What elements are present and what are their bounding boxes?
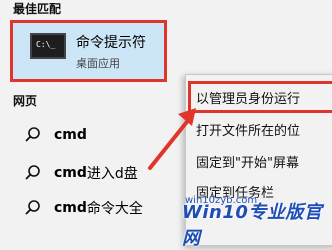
web-result-item[interactable]: cmd 进入d盘 bbox=[24, 162, 138, 184]
highlight-box bbox=[188, 81, 332, 113]
search-icon bbox=[25, 127, 40, 142]
best-match-title: 命令提示符 bbox=[76, 35, 146, 51]
menu-item-open-file-location[interactable]: 打开文件所在的位 bbox=[196, 120, 300, 139]
web-header: 网页 bbox=[13, 94, 38, 108]
web-result-item[interactable]: cmd 命令大全 bbox=[24, 197, 143, 219]
web-result-bold: cmd bbox=[54, 200, 87, 216]
search-icon bbox=[25, 200, 40, 215]
best-match-subtitle: 桌面应用 bbox=[76, 57, 120, 70]
terminal-icon: C:\_ bbox=[30, 33, 66, 59]
web-result-rest: 进入d盘 bbox=[86, 166, 138, 182]
web-result-bold: cmd bbox=[54, 127, 87, 143]
menu-item-pin-to-start[interactable]: 固定到"开始"屏幕 bbox=[196, 152, 299, 171]
watermark-text: Win10专业版官网 bbox=[182, 202, 323, 249]
best-match-result[interactable]: C:\_ 命令提示符 桌面应用 bbox=[10, 20, 167, 82]
search-icon bbox=[25, 165, 40, 180]
web-result-rest: 命令大全 bbox=[86, 201, 143, 217]
web-result-item[interactable]: cmd bbox=[24, 124, 87, 146]
best-match-header: 最佳匹配 bbox=[13, 2, 62, 16]
watermark-logo: Win10专业版官网 bbox=[182, 202, 332, 249]
web-result-bold: cmd bbox=[54, 165, 87, 181]
